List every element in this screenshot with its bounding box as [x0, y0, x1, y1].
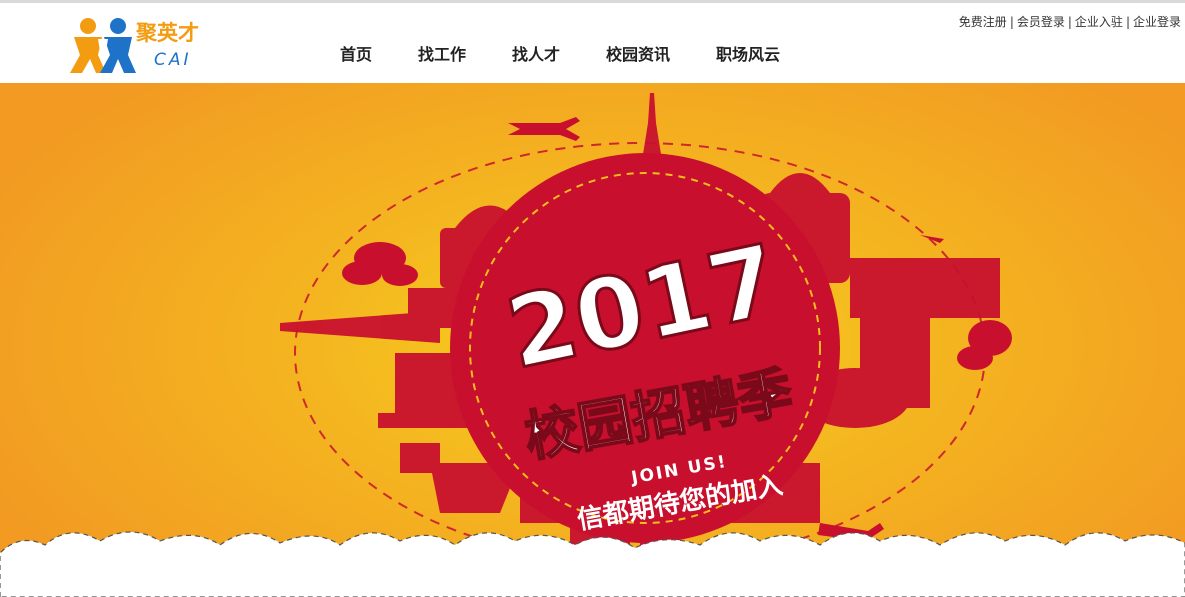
campus-recruit-illustration: 2017 校园招聘季 JOIN US! 信都期待您的加入: [0, 93, 1185, 597]
hero-banner[interactable]: 2017 校园招聘季 JOIN US! 信都期待您的加入: [0, 83, 1185, 597]
register-link[interactable]: 免费注册: [959, 15, 1007, 29]
nav-workplace[interactable]: 职场风云: [716, 41, 780, 65]
cloud-icon: [957, 320, 1012, 370]
account-links: 免费注册 | 会员登录 | 企业入驻 | 企业登录: [959, 13, 1181, 30]
separator: |: [1009, 15, 1014, 29]
logo-sub: CAI: [154, 50, 192, 70]
member-login-link[interactable]: 会员登录: [1017, 15, 1065, 29]
logo-figures-icon: [70, 18, 136, 73]
separator: |: [1125, 15, 1130, 29]
nav-find-job[interactable]: 找工作: [418, 41, 466, 65]
cloud-border: [0, 531, 1185, 597]
nav-find-talent[interactable]: 找人才: [512, 41, 560, 65]
nav-campus-news[interactable]: 校园资讯: [606, 41, 670, 65]
separator: |: [1067, 15, 1072, 29]
airplane-icon: [508, 117, 580, 141]
site-header: 聚英才 CAI 首页 找工作 找人才 校园资讯 职场风云 免费注册 | 会员登录 | 企…: [0, 3, 1185, 83]
cloud-icon: [342, 242, 418, 286]
company-login-link[interactable]: 企业登录: [1133, 15, 1181, 29]
nav-home[interactable]: 首页: [340, 41, 372, 65]
logo-name: 聚英才: [136, 21, 199, 45]
company-join-link[interactable]: 企业入驻: [1075, 15, 1123, 29]
site-logo[interactable]: 聚英才 CAI: [68, 17, 218, 75]
